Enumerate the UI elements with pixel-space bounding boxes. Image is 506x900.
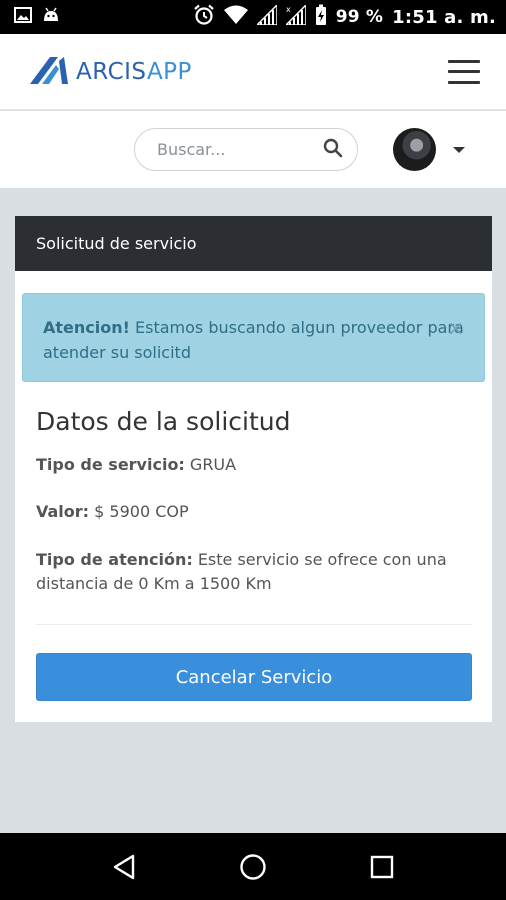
- alert-strong: Atencion!: [43, 318, 130, 337]
- service-type-field: Tipo de servicio: GRUA: [36, 453, 466, 477]
- status-bar: x 99 % 1:51 a. m.: [0, 0, 506, 34]
- gallery-icon: [14, 7, 32, 27]
- service-request-card: Solicitud de servicio Atencion! Estamos …: [15, 216, 492, 722]
- top-navbar: ARCISAPP: [0, 34, 506, 110]
- search-input[interactable]: [157, 140, 297, 159]
- service-type-value: GRUA: [184, 455, 237, 474]
- signal-icon: [254, 3, 278, 29]
- search-icon[interactable]: [323, 138, 343, 162]
- search-bar-row: [0, 111, 506, 188]
- info-alert: Atencion! Estamos buscando algun proveed…: [22, 293, 485, 382]
- arcis-logo-icon: [28, 55, 70, 89]
- chevron-down-icon[interactable]: [453, 147, 465, 153]
- clock: 1:51 a. m.: [392, 6, 496, 28]
- section-title: Datos de la solicitud: [36, 407, 291, 436]
- battery-charging-icon: [315, 4, 327, 30]
- cancel-service-button[interactable]: Cancelar Servicio: [36, 653, 472, 701]
- system-nav-bar: [0, 833, 506, 900]
- service-type-label: Tipo de servicio:: [36, 455, 185, 474]
- wifi-icon: [223, 5, 248, 29]
- brand-name: ARCISAPP: [76, 58, 192, 85]
- android-icon: [42, 7, 60, 27]
- alarm-icon: [193, 4, 215, 30]
- card-header-title: Solicitud de servicio: [15, 216, 492, 271]
- battery-percent: 99 %: [335, 7, 384, 27]
- svg-text:x: x: [286, 5, 291, 14]
- menu-hamburger-button[interactable]: [448, 59, 480, 84]
- home-icon[interactable]: [233, 847, 273, 887]
- brand-logo[interactable]: ARCISAPP: [28, 55, 192, 89]
- close-icon[interactable]: ×: [447, 318, 464, 338]
- back-icon[interactable]: [104, 847, 144, 887]
- attention-type-field: Tipo de atención: Este servicio se ofrec…: [36, 548, 466, 596]
- user-avatar[interactable]: [393, 128, 436, 171]
- price-field: Valor: $ 5900 COP: [36, 500, 466, 524]
- search-box[interactable]: [134, 128, 358, 171]
- attention-type-label: Tipo de atención:: [36, 550, 193, 569]
- divider: [36, 624, 472, 625]
- price-value: $ 5900 COP: [89, 502, 189, 521]
- price-label: Valor:: [36, 502, 90, 521]
- signal-icon-2: x: [283, 3, 307, 29]
- recents-icon[interactable]: [362, 847, 402, 887]
